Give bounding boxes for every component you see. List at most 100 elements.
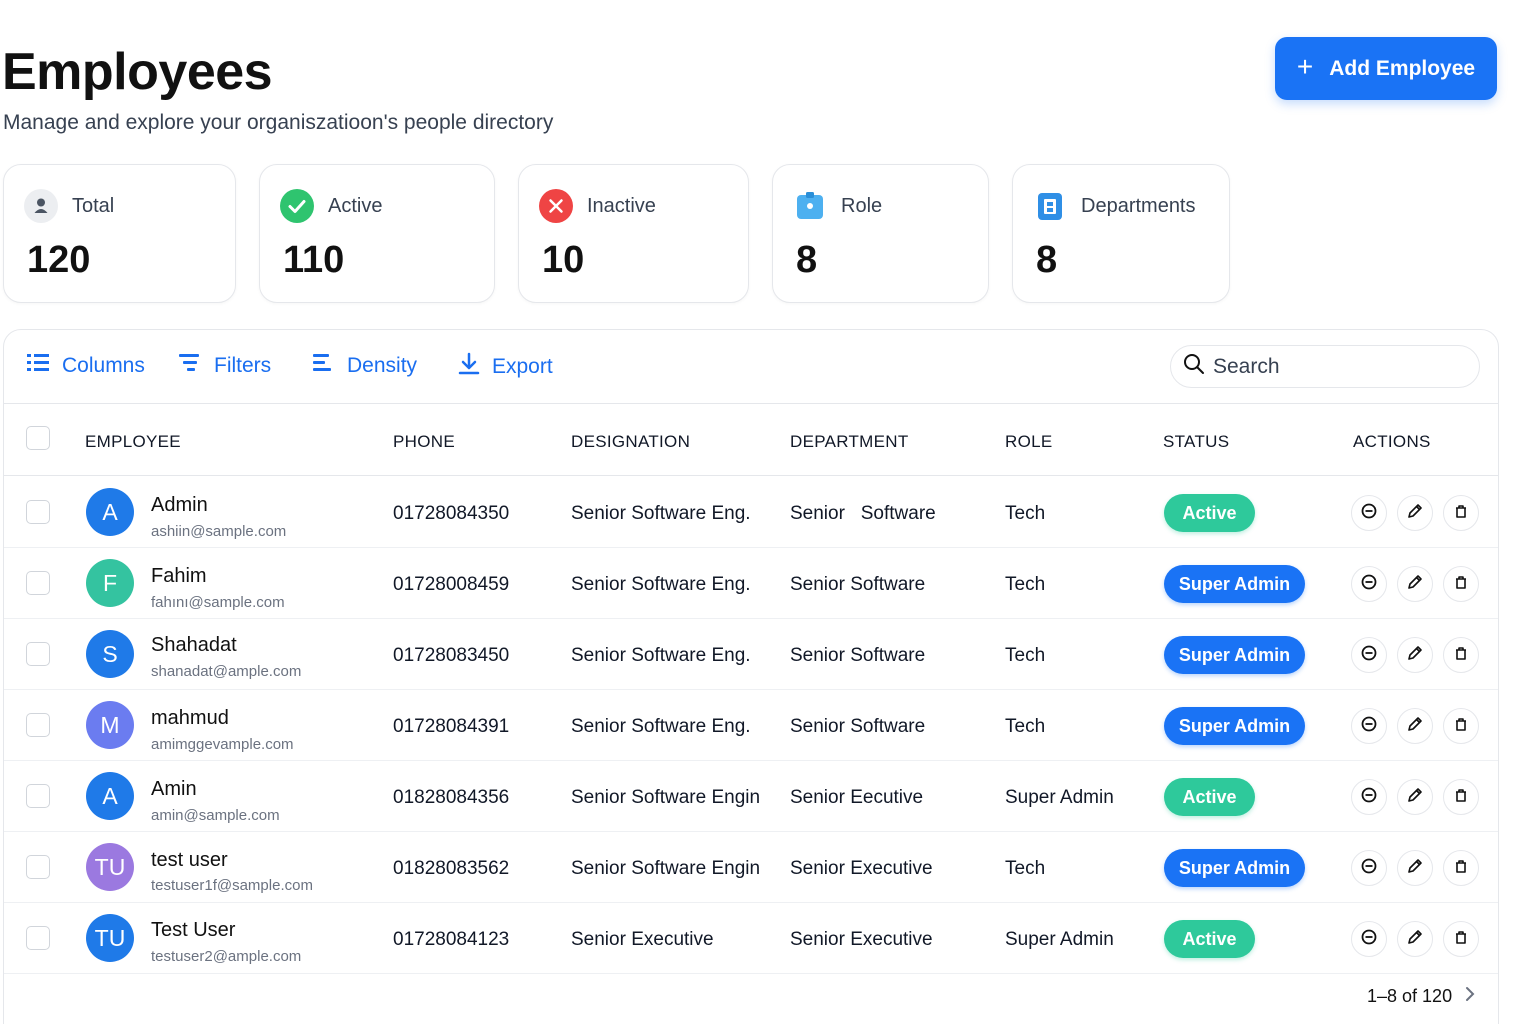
- employee-email: ashiin@sample.com: [151, 523, 287, 540]
- employee-email: testuser2@ample.com: [151, 948, 302, 965]
- table-row[interactable]: TU test user testuser1f@sample.com 01828…: [4, 832, 1498, 903]
- header-department[interactable]: DEPARTMENT: [790, 432, 909, 452]
- delete-button[interactable]: [1443, 566, 1479, 602]
- view-button[interactable]: [1351, 921, 1387, 957]
- phone-cell: 01728084123: [393, 929, 510, 950]
- pagination: 1–8 of 120: [1367, 986, 1476, 1007]
- density-icon: [311, 352, 335, 380]
- employee-name[interactable]: Shahadat: [151, 634, 237, 657]
- stat-label: Active: [328, 194, 383, 217]
- delete-button[interactable]: [1443, 921, 1479, 957]
- table-row[interactable]: TU Test User testuser2@ample.com 0172808…: [4, 903, 1498, 974]
- next-page-button[interactable]: [1464, 986, 1476, 1007]
- edit-button[interactable]: [1397, 921, 1433, 957]
- row-checkbox[interactable]: [26, 571, 50, 595]
- pencil-icon: [1406, 715, 1424, 738]
- add-employee-label: Add Employee: [1329, 56, 1476, 80]
- filters-label: Filters: [214, 354, 272, 377]
- trash-icon: [1452, 857, 1470, 880]
- export-button[interactable]: Export: [458, 352, 553, 382]
- edit-button[interactable]: [1397, 566, 1433, 602]
- check-circle-icon: [280, 189, 314, 223]
- avatar: TU: [86, 843, 134, 891]
- delete-button[interactable]: [1443, 708, 1479, 744]
- employee-name[interactable]: mahmud: [151, 707, 229, 730]
- view-button[interactable]: [1351, 779, 1387, 815]
- delete-button[interactable]: [1443, 850, 1479, 886]
- phone-cell: 01828084356: [393, 787, 510, 808]
- header-designation[interactable]: DESIGNATION: [571, 432, 690, 452]
- edit-button[interactable]: [1397, 779, 1433, 815]
- stat-value: 120: [27, 239, 91, 281]
- table-row[interactable]: M mahmud amimggevample.com 01728084391 S…: [4, 690, 1498, 761]
- department-cell: Senior Eecutive: [790, 787, 924, 808]
- select-all-checkbox[interactable]: [26, 426, 50, 450]
- view-button[interactable]: [1351, 495, 1387, 531]
- header-phone[interactable]: PHONE: [393, 432, 455, 452]
- header-status[interactable]: STATUS: [1163, 432, 1229, 452]
- stat-card-departments: Departments 8: [1012, 164, 1230, 303]
- trash-icon: [1452, 644, 1470, 667]
- row-checkbox[interactable]: [26, 500, 50, 524]
- delete-button[interactable]: [1443, 779, 1479, 815]
- header-role[interactable]: ROLE: [1005, 432, 1053, 452]
- avatar: A: [86, 772, 134, 820]
- row-checkbox[interactable]: [26, 642, 50, 666]
- header-employee[interactable]: EMPLOYEE: [85, 432, 181, 452]
- table-row[interactable]: A Admin ashiin@sample.com 01728084350 Se…: [4, 477, 1498, 548]
- filters-button[interactable]: Filters: [178, 352, 271, 380]
- designation-cell: Senior Software Eng.: [571, 503, 751, 524]
- view-button[interactable]: [1351, 708, 1387, 744]
- columns-button[interactable]: Columns: [26, 352, 145, 380]
- page-subtitle: Manage and explore your organiszatioon's…: [3, 111, 554, 134]
- phone-cell: 01728083450: [393, 645, 510, 666]
- search-input[interactable]: [1213, 354, 1453, 379]
- table-header-row: EMPLOYEE PHONE DESIGNATION DEPARTMENT RO…: [4, 404, 1498, 476]
- view-button[interactable]: [1351, 566, 1387, 602]
- phone-cell: 01728084391: [393, 716, 510, 737]
- employee-name[interactable]: Admin: [151, 494, 208, 517]
- view-icon: [1360, 857, 1378, 880]
- row-checkbox[interactable]: [26, 855, 50, 879]
- row-checkbox[interactable]: [26, 713, 50, 737]
- page-title: Employees: [2, 43, 273, 101]
- stat-card-inactive: Inactive 10: [518, 164, 749, 303]
- delete-button[interactable]: [1443, 495, 1479, 531]
- edit-button[interactable]: [1397, 637, 1433, 673]
- employee-name[interactable]: Amin: [151, 778, 197, 801]
- status-badge: Super Admin: [1164, 707, 1305, 745]
- pencil-icon: [1406, 786, 1424, 809]
- role-cell: Tech: [1005, 503, 1046, 524]
- header-actions: ACTIONS: [1353, 432, 1431, 451]
- chevron-right-icon: [1466, 987, 1475, 1001]
- view-button[interactable]: [1351, 850, 1387, 886]
- avatar: F: [86, 559, 134, 607]
- table-row[interactable]: S Shahadat shanadat@ample.com 0172808345…: [4, 619, 1498, 690]
- pencil-icon: [1406, 857, 1424, 880]
- designation-cell: Senior Executive: [571, 929, 714, 950]
- user-icon: [24, 189, 58, 223]
- pencil-icon: [1406, 644, 1424, 667]
- view-icon: [1360, 928, 1378, 951]
- edit-button[interactable]: [1397, 708, 1433, 744]
- role-cell: Tech: [1005, 574, 1046, 595]
- view-icon: [1360, 573, 1378, 596]
- pagination-range: 1–8 of 120: [1367, 986, 1453, 1006]
- table-row[interactable]: A Amin amin@sample.com 01828084356 Senio…: [4, 761, 1498, 832]
- row-checkbox[interactable]: [26, 784, 50, 808]
- edit-button[interactable]: [1397, 850, 1433, 886]
- status-badge: Active: [1164, 920, 1255, 958]
- delete-button[interactable]: [1443, 637, 1479, 673]
- row-checkbox[interactable]: [26, 926, 50, 950]
- add-employee-button[interactable]: + Add Employee: [1275, 37, 1497, 100]
- pencil-icon: [1406, 502, 1424, 525]
- role-cell: Tech: [1005, 645, 1046, 666]
- table-row[interactable]: F Fahim fahını@sample.com 01728008459 Se…: [4, 548, 1498, 619]
- view-button[interactable]: [1351, 637, 1387, 673]
- density-button[interactable]: Density: [311, 352, 417, 380]
- employee-name[interactable]: Test User: [151, 919, 235, 942]
- employee-name[interactable]: test user: [151, 849, 228, 872]
- edit-button[interactable]: [1397, 495, 1433, 531]
- employee-name[interactable]: Fahim: [151, 565, 207, 588]
- building-icon: [1033, 189, 1067, 223]
